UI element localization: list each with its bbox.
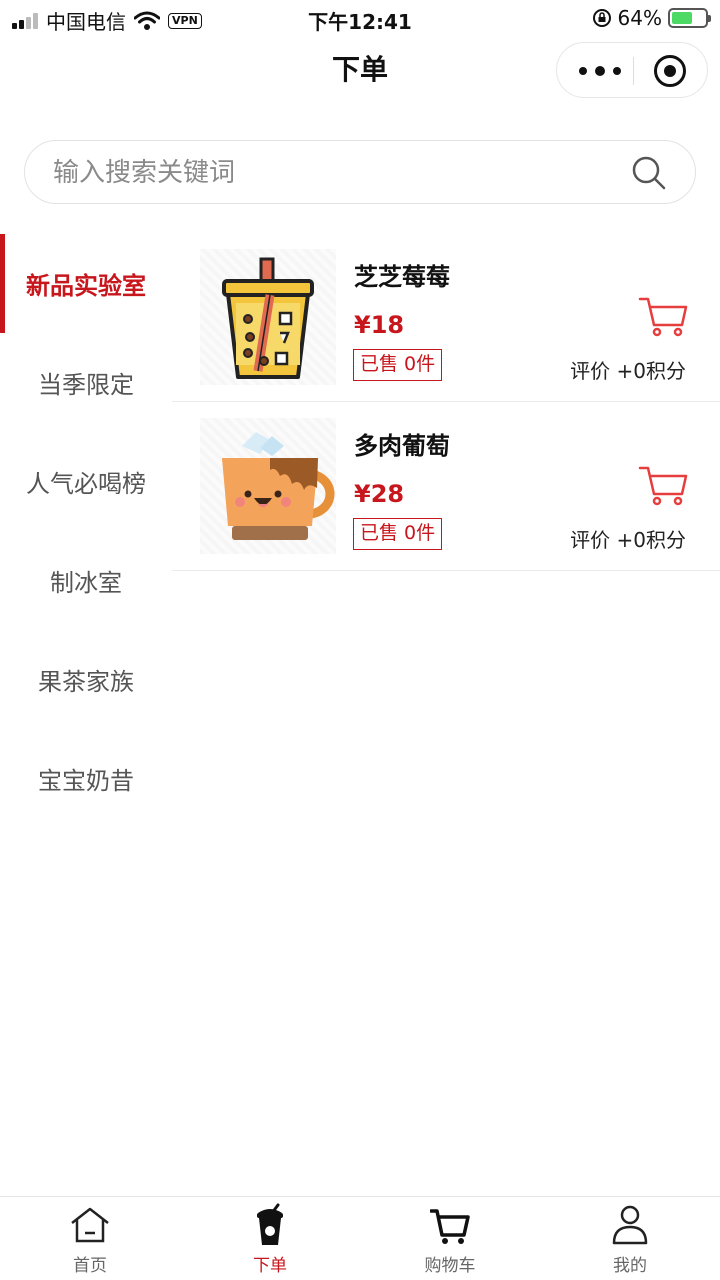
drink-cup-icon bbox=[257, 1203, 283, 1245]
capsule-divider bbox=[633, 57, 634, 85]
tab-label: 首页 bbox=[73, 1256, 107, 1276]
product-price: ¥18 bbox=[354, 311, 405, 339]
search-input[interactable] bbox=[53, 151, 613, 195]
tab-label: 下单 bbox=[253, 1256, 287, 1276]
sidebar-item-ice-room[interactable]: 制冰室 bbox=[0, 531, 172, 630]
product-image[interactable] bbox=[200, 418, 336, 554]
mini-program-capsule bbox=[556, 42, 708, 98]
search-bar bbox=[24, 140, 696, 204]
rotation-lock-icon bbox=[592, 9, 611, 27]
status-right: 64% bbox=[592, 6, 711, 30]
battery-icon bbox=[668, 8, 711, 28]
add-to-cart-icon[interactable] bbox=[638, 464, 688, 506]
product-image[interactable] bbox=[200, 249, 336, 385]
product-item[interactable]: 多肉葡萄 ¥28 已售 0件 评价 +0积分 bbox=[172, 402, 720, 571]
sold-count-badge: 已售 0件 bbox=[353, 518, 443, 550]
more-icon[interactable] bbox=[579, 57, 621, 85]
sidebar-item-milkshake[interactable]: 宝宝奶昔 bbox=[0, 729, 172, 828]
tab-bar: 首页 下单 购物车 我的 bbox=[0, 1196, 720, 1280]
tab-home[interactable]: 首页 bbox=[0, 1197, 180, 1280]
product-item[interactable]: 芝芝莓莓 ¥18 已售 0件 评价 +0积分 bbox=[172, 233, 720, 402]
product-rating: 评价 +0积分 bbox=[570, 528, 686, 552]
close-target-icon[interactable] bbox=[654, 55, 686, 87]
add-to-cart-icon[interactable] bbox=[638, 295, 688, 337]
product-name: 芝芝莓莓 bbox=[354, 263, 450, 291]
product-rating: 评价 +0积分 bbox=[570, 359, 686, 383]
sidebar-item-popular[interactable]: 人气必喝榜 bbox=[0, 432, 172, 531]
sidebar-item-fruit-tea[interactable]: 果茶家族 bbox=[0, 630, 172, 729]
tab-label: 购物车 bbox=[424, 1256, 476, 1276]
tab-label: 我的 bbox=[613, 1256, 647, 1276]
sold-count-badge: 已售 0件 bbox=[353, 349, 443, 381]
status-bar: 中国电信 VPN 下午12:41 64% bbox=[0, 0, 720, 38]
tab-cart[interactable]: 购物车 bbox=[360, 1197, 540, 1280]
search-icon[interactable] bbox=[631, 155, 667, 191]
bubble-tea-icon bbox=[222, 257, 314, 379]
smiling-mug-icon bbox=[222, 432, 335, 540]
sidebar-item-seasonal[interactable]: 当季限定 bbox=[0, 333, 172, 432]
product-price: ¥28 bbox=[354, 480, 405, 508]
battery-percent: 64% bbox=[617, 6, 662, 30]
user-icon bbox=[612, 1205, 648, 1245]
product-name: 多肉葡萄 bbox=[354, 432, 450, 460]
tab-profile[interactable]: 我的 bbox=[540, 1197, 720, 1280]
tab-order[interactable]: 下单 bbox=[180, 1197, 360, 1280]
sidebar-item-new-lab[interactable]: 新品实验室 bbox=[0, 234, 172, 333]
home-icon bbox=[71, 1207, 109, 1243]
cart-icon bbox=[430, 1209, 470, 1244]
category-sidebar: 新品实验室 当季限定 人气必喝榜 制冰室 果茶家族 宝宝奶昔 bbox=[0, 234, 172, 828]
